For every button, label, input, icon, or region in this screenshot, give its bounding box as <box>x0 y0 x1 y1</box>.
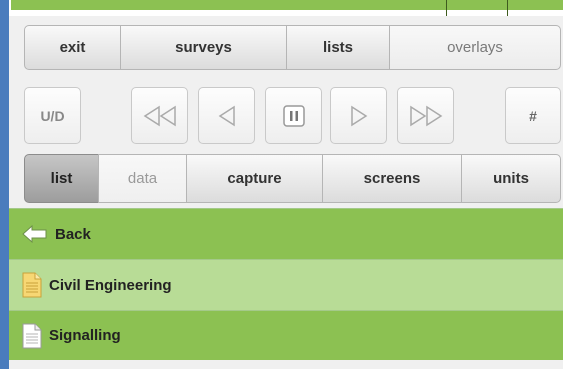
step-back-icon <box>217 105 237 127</box>
tab-list[interactable]: list <box>24 154 99 203</box>
play-icon <box>349 105 369 127</box>
pause-icon <box>282 104 305 127</box>
tab-units[interactable]: units <box>461 154 561 203</box>
tab-screens[interactable]: screens <box>322 154 462 203</box>
fast-forward-icon <box>409 105 443 127</box>
play-button[interactable] <box>330 87 387 144</box>
list-item-label: Back <box>55 225 91 243</box>
top-green-bar <box>11 0 563 10</box>
list-item-civil-engineering[interactable]: Civil Engineering <box>9 259 563 310</box>
pause-button[interactable] <box>265 87 322 144</box>
exit-button[interactable]: exit <box>24 25 121 70</box>
tab-capture[interactable]: capture <box>186 154 323 203</box>
left-accent-bar <box>0 0 9 369</box>
step-back-button[interactable] <box>198 87 255 144</box>
top-strip <box>0 0 563 16</box>
surveys-button[interactable]: surveys <box>120 25 287 70</box>
document-icon <box>22 323 42 349</box>
list-item-back[interactable]: Back <box>9 208 563 259</box>
folder-doc-icon <box>22 272 42 298</box>
fast-forward-button[interactable] <box>397 87 454 144</box>
top-divider <box>507 0 508 16</box>
list-item-label: Signalling <box>49 327 121 344</box>
hash-button[interactable]: # <box>505 87 561 144</box>
lists-button[interactable]: lists <box>286 25 390 70</box>
list-item-signalling[interactable]: Signalling <box>9 310 563 360</box>
top-divider <box>446 0 447 16</box>
ud-button[interactable]: U/D <box>24 87 81 144</box>
back-arrow-icon <box>22 225 48 243</box>
tab-data[interactable]: data <box>98 154 187 203</box>
overlays-button[interactable]: overlays <box>389 25 561 70</box>
list-item-label: Civil Engineering <box>49 276 172 294</box>
rewind-icon <box>143 105 177 127</box>
rewind-button[interactable] <box>131 87 188 144</box>
